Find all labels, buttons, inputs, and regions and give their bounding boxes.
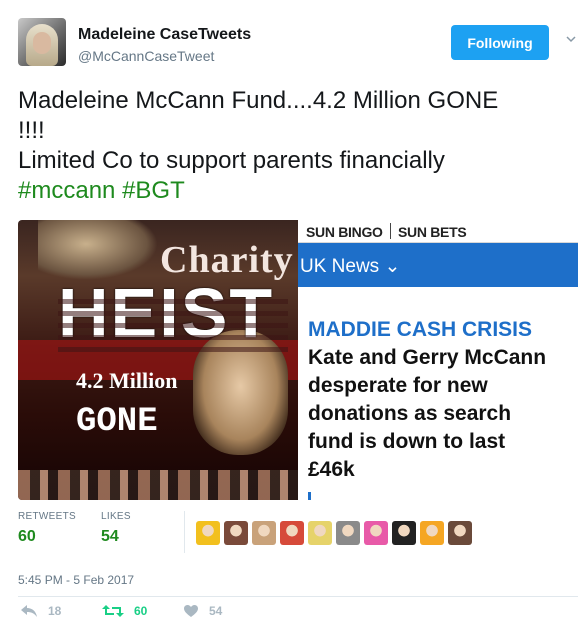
poster-heist-stripes <box>58 292 288 352</box>
retweet-count: 60 <box>134 604 148 618</box>
news-article-screenshot[interactable]: SUN BINGO SUN BETS UK News ⌄ MADDIE CASH… <box>298 220 578 500</box>
tweet-text: Madeleine McCann Fund....4.2 Million GON… <box>18 86 573 206</box>
tweet-stats: RETWEETS 60 LIKES 54 <box>18 511 578 553</box>
headline-line: Kate and Gerry McCann <box>308 346 547 369</box>
sun-bets-label: SUN BETS <box>398 224 467 240</box>
dancer-avatar[interactable] <box>364 521 388 545</box>
tweet-hashtags: #mccann #BGT <box>18 176 573 206</box>
retweets-stat[interactable]: RETWEETS 60 <box>18 511 76 546</box>
text-avatar[interactable] <box>392 521 416 545</box>
likes-count: 54 <box>101 528 119 545</box>
divider <box>18 596 578 597</box>
poster-faces <box>38 220 158 280</box>
tweet-line-1: Madeleine McCann Fund....4.2 Million GON… <box>18 87 499 114</box>
uk-news-label: UK News ⌄ <box>300 256 401 277</box>
retweet-action[interactable]: 60 <box>102 604 147 618</box>
headline-line: desperate for new <box>308 374 488 397</box>
headline-line: £46k <box>308 458 355 481</box>
liker-avatars <box>196 521 472 545</box>
like-action[interactable]: 54 <box>183 604 222 618</box>
headline-line: donations as search <box>308 402 512 425</box>
hashtag-mccann[interactable]: #mccann <box>18 177 115 204</box>
following-button[interactable]: Following <box>451 25 549 60</box>
egg-avatar[interactable] <box>420 521 444 545</box>
author-avatar[interactable] <box>18 18 66 66</box>
heart-icon <box>184 605 198 617</box>
retweets-label: RETWEETS <box>18 511 76 522</box>
article-kicker: MADDIE CASH CRISIS <box>308 318 533 341</box>
user-avatar[interactable] <box>280 521 304 545</box>
reply-count: 18 <box>48 604 62 618</box>
user-avatar[interactable] <box>308 521 332 545</box>
likes-label: LIKES <box>101 511 131 522</box>
hashtag-bgt[interactable]: #BGT <box>122 177 185 204</box>
nav-divider <box>390 223 391 239</box>
user-avatar[interactable] <box>224 521 248 545</box>
avatar-face <box>33 32 51 54</box>
poster-gone-text: GONE <box>76 403 158 441</box>
retweet-icon <box>102 605 124 617</box>
like-count: 54 <box>209 604 223 618</box>
stats-divider <box>184 511 185 553</box>
poster-amount-text: 4.2 Million <box>76 368 178 393</box>
likes-stat[interactable]: LIKES 54 <box>101 511 131 546</box>
sun-bingo-label: SUN BINGO <box>306 224 383 240</box>
tweet-line-3: Limited Co to support parents financiall… <box>18 147 445 174</box>
article-teaser-marker <box>308 492 511 500</box>
tweet-line-2: !!!! <box>18 117 45 144</box>
retweets-count: 60 <box>18 528 36 545</box>
tweet-media[interactable]: Charity HEIST 4.2 Million GONE SUN BINGO… <box>18 220 578 500</box>
pirate-duck-avatar[interactable] <box>196 521 220 545</box>
author-name[interactable]: Madeleine CaseTweets <box>78 26 251 44</box>
user-avatar[interactable] <box>448 521 472 545</box>
uk-news-bar: UK News ⌄ <box>298 243 578 287</box>
tweet-timestamp[interactable]: 5:45 PM - 5 Feb 2017 <box>18 573 134 587</box>
reply-icon <box>21 605 37 617</box>
charity-heist-poster[interactable]: Charity HEIST 4.2 Million GONE <box>18 220 298 500</box>
poster-crowd <box>18 470 298 500</box>
article-topbar: SUN BINGO SUN BETS <box>298 220 578 243</box>
reply-action[interactable]: 18 <box>20 604 61 618</box>
user-avatar[interactable] <box>252 521 276 545</box>
article-headline: Kate and Gerry McCann desperate for new … <box>308 344 578 484</box>
headline-line: fund is down to last <box>308 430 506 453</box>
chevron-down-icon[interactable] <box>566 34 576 44</box>
user-avatar[interactable] <box>336 521 360 545</box>
author-handle[interactable]: @McCannCaseTweet <box>78 48 214 64</box>
